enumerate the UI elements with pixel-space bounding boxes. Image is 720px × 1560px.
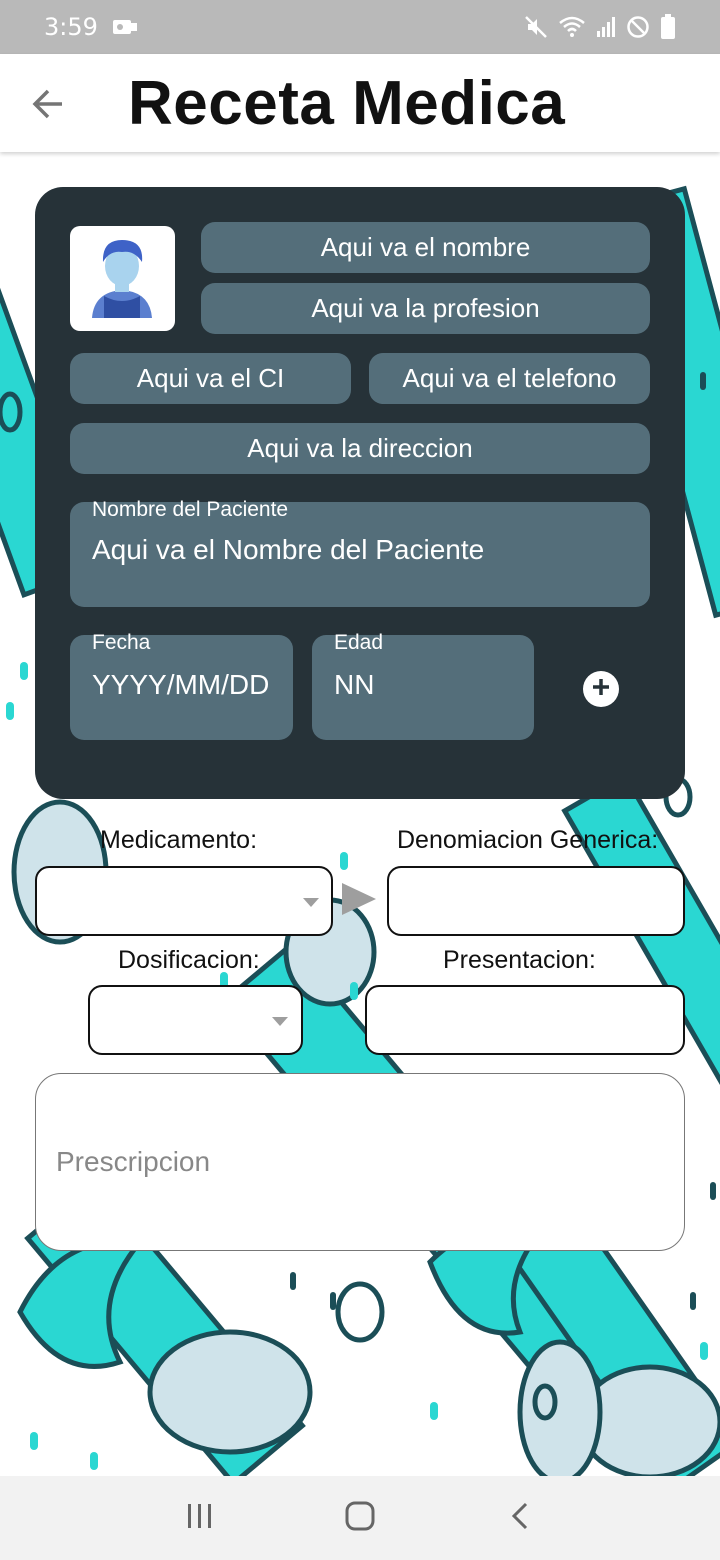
edad-field-label: Edad	[334, 631, 384, 654]
nombre-button[interactable]: Aqui va el nombre	[201, 222, 650, 273]
nombre-label: Aqui va el nombre	[320, 232, 531, 262]
telefono-button[interactable]: Aqui va el telefono	[369, 353, 650, 404]
add-button[interactable]	[583, 671, 619, 707]
dosificacion-dropdown[interactable]	[88, 985, 303, 1055]
profesion-button[interactable]: Aqui va la profesion	[201, 283, 650, 334]
recents-button[interactable]	[170, 1488, 230, 1548]
system-nav-bar	[0, 1476, 720, 1560]
ci-button[interactable]: Aqui va el CI	[70, 353, 351, 404]
chevron-down-icon	[272, 1017, 288, 1026]
paciente-field-label: Nombre del Paciente	[92, 498, 289, 521]
direccion-button[interactable]: Aqui va la direccion	[70, 423, 650, 474]
telefono-label: Aqui va el telefono	[402, 363, 617, 393]
status-bar: 3:59	[0, 0, 720, 54]
person-avatar-icon	[70, 240, 175, 331]
wifi-icon	[558, 15, 586, 39]
edad-field[interactable]: Edad NN	[312, 631, 534, 740]
recents-icon	[185, 1502, 215, 1535]
avatar[interactable]	[70, 226, 175, 331]
presentacion-label: Presentacion:	[443, 946, 596, 974]
notification-icon	[112, 17, 138, 37]
home-icon	[344, 1500, 376, 1537]
battery-icon	[660, 14, 676, 40]
dosificacion-label: Dosificacion:	[118, 946, 260, 974]
ci-label: Aqui va el CI	[136, 363, 285, 393]
play-arrow-icon	[342, 883, 376, 915]
prescripcion-textarea[interactable]: Prescripcion	[35, 1073, 685, 1251]
denominacion-label: Denomiacion Generica:	[397, 826, 659, 854]
page-title: Receta Medica	[128, 69, 566, 138]
home-button[interactable]	[330, 1488, 390, 1548]
profesion-label: Aqui va la profesion	[311, 293, 540, 323]
prescripcion-placeholder: Prescripcion	[56, 1146, 211, 1177]
fecha-field-value: YYYY/MM/DD	[92, 669, 270, 700]
medicamento-label: Medicamento:	[100, 826, 258, 854]
direccion-label: Aqui va la direccion	[247, 433, 473, 463]
back-button[interactable]	[30, 86, 66, 122]
status-time: 3:59	[44, 13, 98, 41]
dnd-icon	[626, 15, 650, 39]
medicamento-dropdown[interactable]	[35, 866, 333, 936]
paciente-field[interactable]: Nombre del Paciente Aqui va el Nombre de…	[70, 498, 650, 607]
doctor-card: Aqui va el nombre Aqui va la profesion A…	[35, 187, 685, 799]
paciente-field-value: Aqui va el Nombre del Paciente	[92, 534, 485, 565]
back-arrow-icon	[30, 89, 66, 126]
plus-circle-icon	[591, 677, 611, 702]
fecha-field-label: Fecha	[92, 631, 151, 654]
back-icon	[510, 1501, 530, 1536]
app-bar: Receta Medica	[0, 54, 720, 152]
presentacion-field[interactable]	[365, 985, 685, 1055]
mute-icon	[524, 15, 548, 39]
denominacion-field[interactable]	[387, 866, 685, 936]
signal-icon	[596, 15, 616, 39]
fecha-field[interactable]: Fecha YYYY/MM/DD	[70, 631, 293, 740]
edad-field-value: NN	[334, 669, 375, 700]
chevron-down-icon	[303, 898, 319, 907]
nav-back-button[interactable]	[490, 1488, 550, 1548]
